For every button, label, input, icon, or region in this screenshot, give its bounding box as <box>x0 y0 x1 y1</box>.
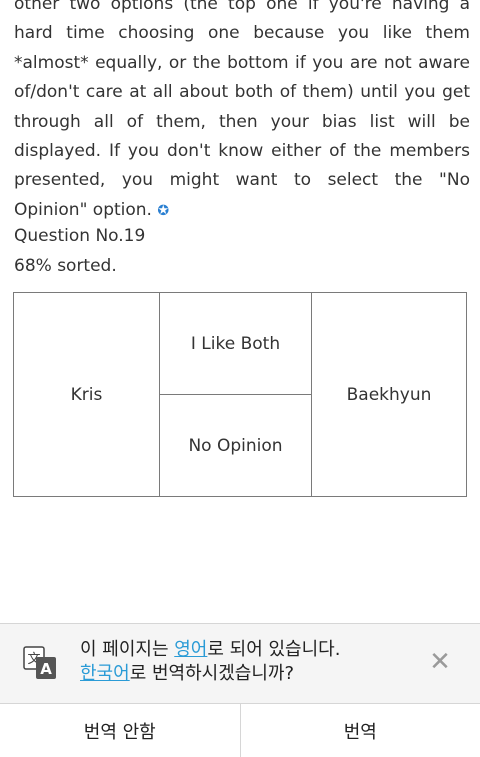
question-number: Question No.19 <box>14 222 145 252</box>
translate-line2-suffix: 로 번역하시겠습니까? <box>130 663 294 684</box>
translate-line1-suffix: 로 되어 있습니다. <box>207 639 340 660</box>
sort-progress: 68% sorted. <box>14 252 145 282</box>
translate-button[interactable]: 번역 <box>241 704 480 757</box>
star-icon[interactable]: ✪ <box>157 203 169 219</box>
target-language-link[interactable]: 한국어 <box>80 663 130 684</box>
source-language-link[interactable]: 영어 <box>174 639 207 660</box>
option-left-kris[interactable]: Kris <box>14 293 160 497</box>
translate-bar: 文 A 이 페이지는 영어로 되어 있습니다. 한국어로 번역하시겠습니까? <box>0 623 480 704</box>
svg-text:A: A <box>40 660 52 678</box>
translate-icon: 文 A <box>23 646 57 680</box>
translate-line-1: 이 페이지는 영어로 되어 있습니다. <box>80 638 340 662</box>
translate-line-2: 한국어로 번역하시겠습니까? <box>80 662 340 686</box>
intro-text: other two options (the top one if you're… <box>14 0 470 220</box>
option-no-opinion[interactable]: No Opinion <box>160 395 312 497</box>
close-icon[interactable]: ✕ <box>428 650 452 674</box>
sorter-table: Kris I Like Both Baekhyun No Opinion <box>13 292 467 497</box>
option-like-both[interactable]: I Like Both <box>160 293 312 395</box>
intro-paragraph: other two options (the top one if you're… <box>14 0 470 226</box>
translate-line1-prefix: 이 페이지는 <box>80 639 174 660</box>
question-info: Question No.19 68% sorted. <box>14 222 145 281</box>
no-translate-button[interactable]: 번역 안함 <box>0 704 240 757</box>
option-right-baekhyun[interactable]: Baekhyun <box>312 293 467 497</box>
translate-buttons: 번역 안함 번역 <box>0 703 480 757</box>
translate-message: 이 페이지는 영어로 되어 있습니다. 한국어로 번역하시겠습니까? <box>80 638 340 686</box>
